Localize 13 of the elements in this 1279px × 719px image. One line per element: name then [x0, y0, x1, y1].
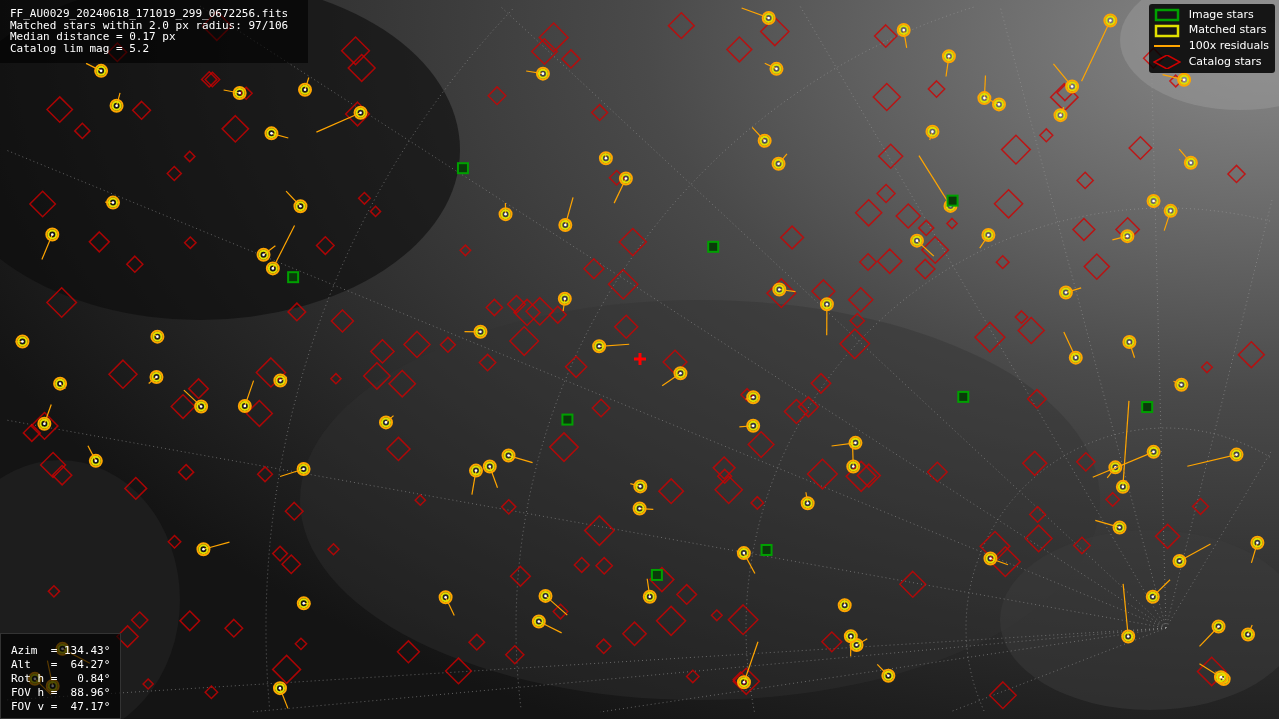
pointing-line: FOV v = 47.17°: [11, 700, 111, 714]
legend-label: Catalog stars: [1188, 53, 1262, 70]
info-line: Matched stars within 2.0 px radius: 97/106: [10, 19, 289, 32]
info-line: Catalog lim mag = 5.2: [10, 43, 151, 55]
pointing-line: Rot h = 0.84°: [11, 672, 111, 686]
info-line: FF_AU0029_20240618_171019_299_0672256.fits: [10, 8, 289, 20]
pointing-line: FOV h = 88.96°: [11, 686, 111, 700]
legend-label: Image stars: [1188, 6, 1254, 23]
info-line: Median distance = 0.17 px: [10, 31, 176, 44]
pointing-line: Azim = 134.43°: [11, 644, 111, 658]
legend-label: 100x residuals: [1188, 37, 1269, 54]
legend-label: Matched stars: [1188, 22, 1267, 39]
pointing-line: Alt = 64.27°: [11, 658, 111, 672]
